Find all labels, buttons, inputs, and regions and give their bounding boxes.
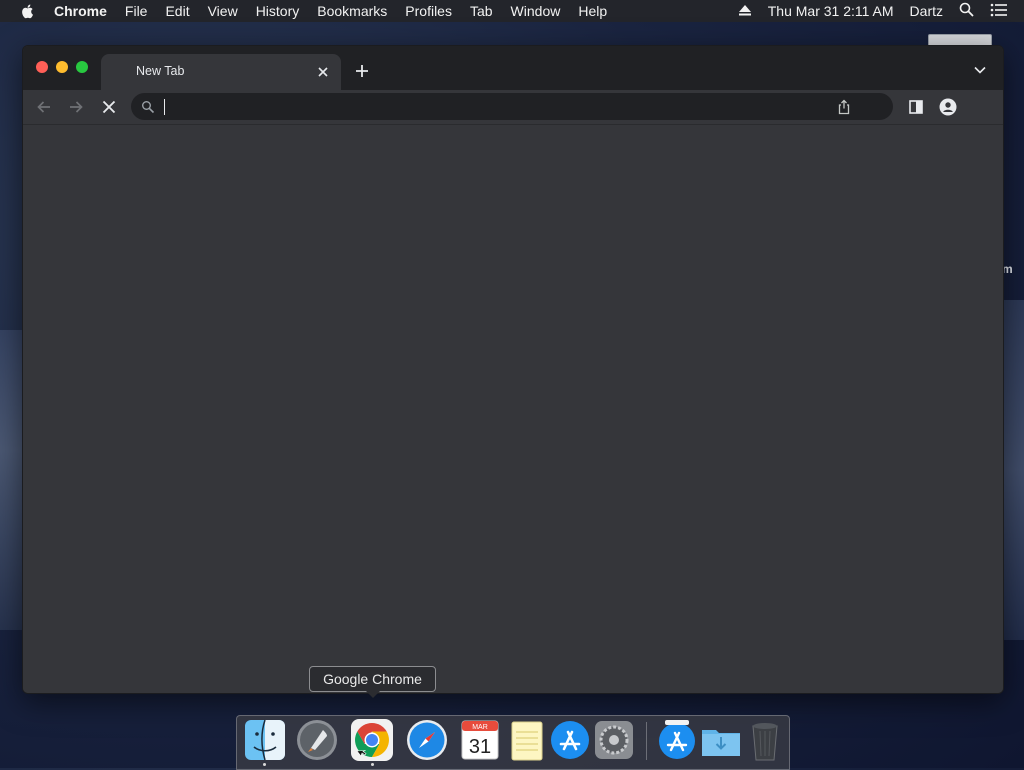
share-icon[interactable] — [837, 99, 851, 115]
menu-tab[interactable]: Tab — [470, 3, 493, 19]
window-minimize-button[interactable] — [56, 61, 68, 73]
window-maximize-button[interactable] — [76, 61, 88, 73]
side-panel-icon[interactable] — [907, 98, 925, 116]
calendar-icon[interactable]: MAR 31 — [458, 718, 502, 762]
spotlight-search-icon[interactable] — [959, 2, 974, 20]
chrome-window: New Tab — [22, 45, 1004, 694]
window-close-button[interactable] — [36, 61, 48, 73]
menu-profiles[interactable]: Profiles — [405, 3, 452, 19]
finder-icon[interactable] — [243, 718, 287, 762]
back-arrow-icon[interactable] — [35, 98, 53, 116]
dock-separator — [646, 722, 647, 760]
menu-bar: Chrome File Edit View History Bookmarks … — [0, 0, 1024, 22]
notes-icon[interactable] — [505, 718, 549, 762]
finder-running-indicator — [263, 763, 266, 766]
eject-icon[interactable] — [738, 3, 752, 19]
launchpad-icon[interactable] — [295, 718, 339, 762]
tab-strip: New Tab — [23, 46, 1003, 90]
forward-arrow-icon[interactable] — [67, 98, 85, 116]
downloads-folder-icon[interactable] — [699, 718, 743, 762]
address-input[interactable] — [163, 97, 807, 118]
page-content — [23, 125, 1003, 693]
address-bar[interactable] — [131, 93, 893, 120]
new-tab-button[interactable] — [353, 62, 371, 80]
profile-icon[interactable] — [939, 98, 957, 116]
search-icon — [141, 100, 155, 114]
user-menu[interactable]: Dartz — [910, 3, 943, 19]
chrome-running-indicator — [371, 763, 374, 766]
menu-view[interactable]: View — [208, 3, 238, 19]
stop-loading-icon[interactable] — [100, 98, 118, 116]
system-preferences-icon[interactable] — [592, 718, 636, 762]
close-icon[interactable] — [315, 64, 331, 80]
tab-search-chevron-icon[interactable] — [973, 63, 987, 77]
menu-help[interactable]: Help — [578, 3, 607, 19]
dock: MAR 31 — [236, 715, 790, 770]
trash-icon[interactable] — [743, 718, 787, 762]
tab-title: New Tab — [136, 64, 185, 78]
app-store-downloads-icon[interactable] — [655, 718, 699, 762]
menu-app-chrome[interactable]: Chrome — [54, 3, 107, 19]
browser-toolbar — [23, 90, 1003, 125]
calendar-day: 31 — [469, 736, 491, 758]
dock-tooltip: Google Chrome — [309, 666, 436, 698]
text-caret — [164, 99, 165, 115]
tab-new-tab[interactable]: New Tab — [101, 54, 341, 90]
menu-file[interactable]: File — [125, 3, 148, 19]
menu-edit[interactable]: Edit — [165, 3, 189, 19]
clock[interactable]: Thu Mar 31 2:11 AM — [768, 3, 894, 19]
menu-window[interactable]: Window — [511, 3, 561, 19]
safari-icon[interactable] — [405, 718, 449, 762]
apple-icon[interactable] — [20, 3, 36, 19]
app-store-icon[interactable] — [548, 718, 592, 762]
calendar-month: MAR — [472, 724, 488, 731]
chrome-icon[interactable] — [350, 718, 394, 762]
menu-bookmarks[interactable]: Bookmarks — [317, 3, 387, 19]
menu-bar-status-area: Thu Mar 31 2:11 AM Dartz — [738, 0, 1024, 22]
menu-history[interactable]: History — [256, 3, 300, 19]
notification-center-icon[interactable] — [990, 3, 1008, 20]
